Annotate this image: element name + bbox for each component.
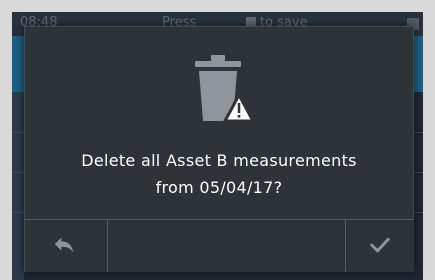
dialog-message-line-1: Delete all Asset B measurements [81,151,357,170]
dialog-message: Delete all Asset B measurements from 05/… [25,147,413,201]
checkmark-icon [370,237,390,253]
dialog-message-line-2: from 05/04/17? [155,178,283,197]
dialog-button-spacer [108,220,344,272]
confirm-button[interactable] [345,220,414,272]
background-list-edge [12,92,24,280]
back-button[interactable] [25,220,108,272]
back-arrow-icon [54,237,74,253]
delete-confirm-dialog: Delete all Asset B measurements from 05/… [24,26,414,272]
dialog-button-bar [25,219,414,272]
trash-warning-icon [195,55,255,123]
